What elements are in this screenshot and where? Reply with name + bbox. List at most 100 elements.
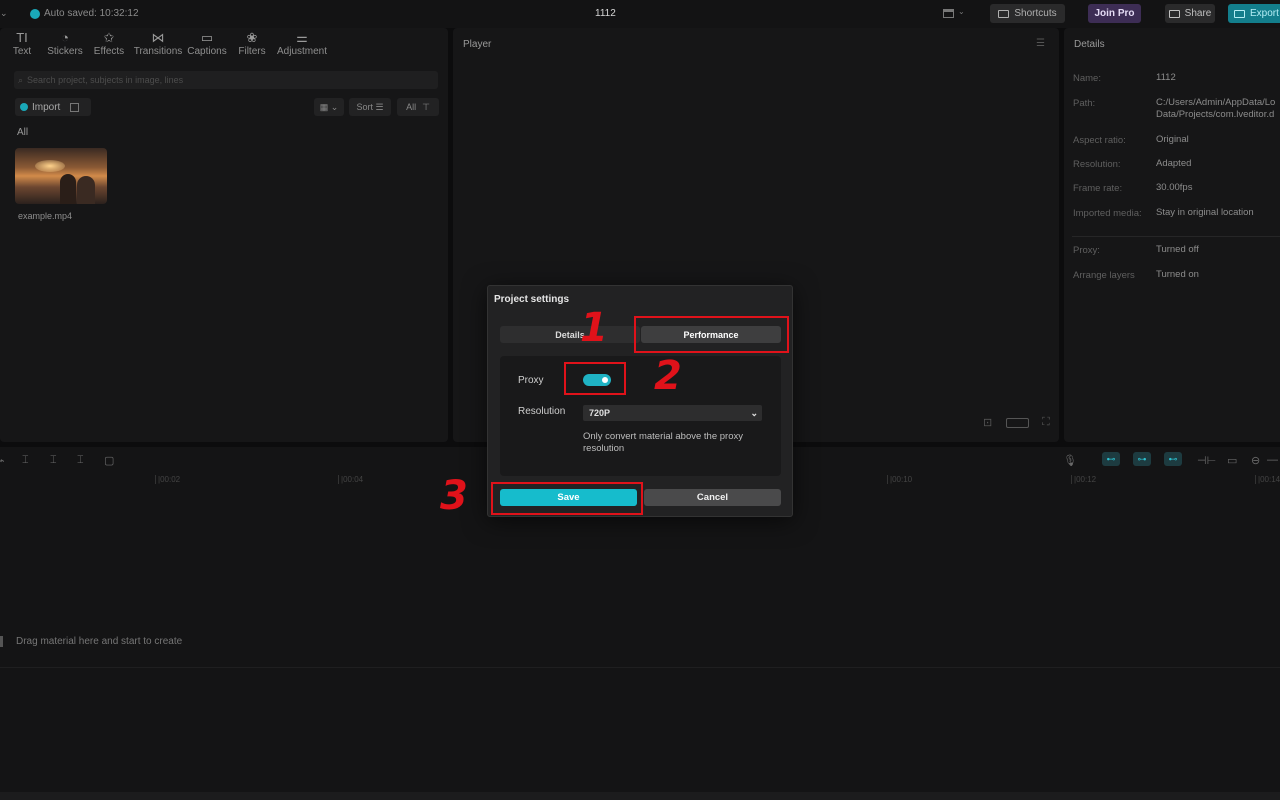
menu-chevron-icon[interactable]: ⌄ (0, 8, 8, 19)
import-button[interactable]: Import (15, 98, 91, 116)
capcut-editor-window: ⌄ Auto saved: 10:32:12 1112 ⌄ Shortcuts … (0, 0, 1280, 800)
timeline-drop-hint: Drag material here and start to create (16, 636, 183, 647)
ruler-tick: |00:10 (887, 475, 912, 484)
detail-label: Frame rate: (1073, 183, 1123, 194)
sort-label: Sort (356, 102, 373, 112)
resolution-select[interactable]: 720P ⌄ (583, 405, 762, 421)
zoom-icon[interactable]: ⊡ (983, 416, 992, 429)
tool-label: Filters (238, 46, 266, 57)
feature-toolbar: TI Text ◔ Stickers ✩ Effects ⋈ Transitio… (0, 28, 448, 62)
share-button[interactable]: Share (1165, 4, 1215, 23)
fullscreen-icon[interactable]: ⛶ (1042, 416, 1050, 429)
proxy-label: Proxy (518, 375, 544, 386)
split-right-icon[interactable]: ⌶ (77, 454, 84, 467)
detail-value: Turned off (1156, 244, 1199, 255)
detail-label: Path: (1073, 98, 1096, 109)
detail-label: Aspect ratio: (1073, 135, 1126, 146)
auto-snap-icon[interactable]: ⊶ (1133, 452, 1151, 466)
tool-label: Stickers (47, 46, 83, 57)
tab-details[interactable]: Details (500, 326, 640, 343)
export-button[interactable]: Export (1228, 4, 1280, 23)
sticker-icon: ◔ (61, 30, 69, 45)
media-thumbnail[interactable] (15, 148, 107, 204)
qr-icon (70, 102, 80, 112)
project-title: 1112 (595, 8, 616, 19)
undo-icon[interactable]: ⌁ (0, 454, 5, 467)
autosave-text: Auto saved: 10:32:12 (44, 8, 139, 19)
effects-icon: ✩ (103, 30, 115, 45)
zoom-out-icon[interactable]: ⊖ (1251, 454, 1260, 467)
details-divider (1072, 236, 1280, 237)
filter-icon: ⊤ (422, 101, 430, 112)
keyboard-icon (998, 9, 1010, 18)
tool-label: Adjustment (277, 46, 328, 57)
split-icon[interactable]: ⌶ (22, 454, 29, 467)
tool-label: Text (12, 46, 32, 57)
annotation-number-3: 3 (440, 473, 468, 519)
delete-icon[interactable]: ▢ (104, 454, 114, 467)
media-panel: TI Text ◔ Stickers ✩ Effects ⋈ Transitio… (0, 28, 448, 442)
tool-transitions[interactable]: ⋈ Transitions (133, 30, 183, 57)
resolution-note: Only convert material above the proxy re… (583, 431, 743, 454)
import-plus-icon (20, 103, 28, 111)
player-title: Player (463, 39, 492, 50)
annotation-box-2 (564, 362, 626, 395)
top-bar: ⌄ Auto saved: 10:32:12 1112 ⌄ Shortcuts … (0, 0, 1280, 28)
details-panel: Details Name: 1112 Path: C:/Users/Admin/… (1064, 28, 1280, 442)
export-label: Export (1250, 8, 1279, 19)
detail-label: Proxy: (1073, 245, 1100, 256)
main-track-magnet-icon[interactable]: ⊷ (1102, 452, 1120, 466)
zoom-slider[interactable]: — (1267, 454, 1278, 466)
media-search-input[interactable]: ⌕ Search project, subjects in image, lin… (14, 71, 438, 89)
ruler-tick: |00:12 (1071, 475, 1096, 484)
layout-icon[interactable] (943, 9, 954, 18)
horizontal-scrollbar[interactable] (0, 792, 1280, 800)
preview-axis-icon[interactable]: ⊣⊢ (1197, 454, 1216, 467)
layout-chevron-icon[interactable]: ⌄ (958, 7, 965, 16)
filter-label: All (406, 102, 417, 112)
detail-value: Stay in original location (1156, 207, 1254, 218)
ruler-tick: |00:02 (155, 475, 180, 484)
detail-label: Imported media: (1073, 208, 1142, 219)
cancel-label: Cancel (696, 492, 729, 503)
join-pro-button[interactable]: Join Pro (1088, 4, 1141, 23)
import-label: Import (32, 101, 61, 113)
split-left-icon[interactable]: ⌶ (50, 454, 57, 467)
detail-label: Arrange layers (1073, 270, 1135, 281)
aspect-ratio-button[interactable] (1006, 418, 1029, 428)
detail-label: Resolution: (1073, 159, 1121, 170)
tool-effects[interactable]: ✩ Effects (84, 30, 134, 57)
shortcuts-button[interactable]: Shortcuts (990, 4, 1065, 23)
player-menu-icon[interactable]: ☰ (1036, 38, 1045, 49)
grid-view-icon: ▦ ⌄ (319, 101, 339, 112)
resolution-label: Resolution (518, 406, 566, 417)
autosave-status: Auto saved: 10:32:12 (30, 8, 139, 19)
media-file-name: example.mp4 (18, 211, 73, 221)
resolution-value: 720P (589, 408, 611, 418)
details-title: Details (1074, 39, 1105, 50)
caption-preview-icon[interactable]: ▭ (1227, 454, 1237, 467)
annotation-box-3 (491, 482, 643, 515)
tool-adjustment[interactable]: ⚌ Adjustment (277, 30, 327, 57)
annotation-number-2: 2 (654, 353, 682, 399)
tool-captions[interactable]: ▭ Captions (182, 30, 232, 57)
microphone-icon[interactable]: 🎙 (1063, 454, 1077, 467)
shortcuts-label: Shortcuts (1014, 8, 1057, 19)
view-mode-button[interactable]: ▦ ⌄ (314, 98, 344, 116)
detail-value: Data/Projects/com.lveditor.d (1156, 109, 1275, 120)
tool-filters[interactable]: ❀ Filters (227, 30, 277, 57)
linkage-icon[interactable]: ⊷ (1164, 452, 1182, 466)
tool-label: Transitions (133, 46, 183, 57)
tool-label: Effects (93, 46, 125, 57)
cancel-button[interactable]: Cancel (644, 489, 781, 506)
chevron-down-icon: ⌄ (750, 407, 758, 418)
adjustment-icon: ⚌ (296, 30, 308, 45)
sort-button[interactable]: Sort ☰ (349, 98, 391, 116)
tool-stickers[interactable]: ◔ Stickers (40, 30, 90, 57)
tool-label: Captions (187, 46, 227, 57)
detail-value: 30.00fps (1156, 182, 1193, 193)
all-section-heading: All (17, 127, 29, 138)
join-pro-label: Join Pro (1094, 8, 1135, 19)
filter-button[interactable]: All ⊤ (397, 98, 439, 116)
autosave-check-icon (30, 8, 40, 19)
